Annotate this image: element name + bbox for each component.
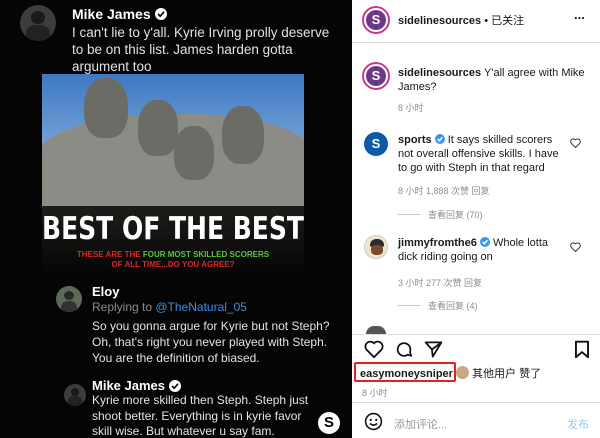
- replying-to-handle-link[interactable]: @TheNatural_05: [155, 300, 247, 314]
- save-bookmark-icon[interactable]: [574, 340, 590, 359]
- comment-bubble-icon[interactable]: [394, 340, 414, 359]
- replying-to-label: Replying to @TheNatural_05: [92, 300, 247, 314]
- caption-username-link[interactable]: sidelinesources: [398, 67, 481, 79]
- avatar[interactable]: [64, 384, 86, 406]
- comment-2: jimmyfromthe6 Whole lotta dick riding go…: [398, 237, 549, 263]
- verified-badge-icon: [479, 237, 490, 247]
- more-options-button[interactable]: ...: [574, 8, 585, 22]
- poster-title: BEST OF THE BEST: [42, 210, 304, 247]
- like-heart-icon[interactable]: [364, 340, 384, 358]
- face-2: [138, 100, 178, 156]
- comment-meta: 3 小时 277 次赞 回复: [398, 278, 483, 288]
- poster-subtitle-1: THESE ARE THE FOUR MOST SKILLED SCORERS: [76, 250, 270, 259]
- caption: sidelinesources Y'all agree with Mike Ja…: [398, 67, 585, 93]
- twitter-thread-panel: Mike James I can't lie to y'all. Kyrie I…: [0, 0, 352, 438]
- post-comment-button[interactable]: 发布: [567, 416, 589, 432]
- comment-username-link[interactable]: sports: [398, 134, 432, 146]
- reply-author-name[interactable]: Eloy: [92, 284, 119, 299]
- verified-badge-icon: [154, 8, 167, 20]
- comment-meta: 8 小时 1,888 次赞 回复: [398, 186, 490, 196]
- instagram-comments-panel: S sidelinesources • 已关注 ... S sidelineso…: [352, 0, 600, 438]
- verified-badge-icon: [169, 379, 181, 392]
- header-username-link[interactable]: sidelinesources: [398, 15, 481, 27]
- caption-timestamp: 8 小时: [398, 103, 424, 113]
- highlight-annotation-box: [354, 362, 456, 382]
- avatar[interactable]: S: [362, 6, 390, 34]
- avatar[interactable]: [364, 235, 388, 259]
- like-comment-heart-icon[interactable]: [570, 138, 581, 148]
- avatar[interactable]: [56, 286, 82, 312]
- reply-author-name[interactable]: Mike James: [92, 378, 181, 393]
- post-timestamp: 8 小时: [362, 388, 388, 398]
- face-1: [84, 78, 128, 138]
- post-header: sidelinesources • 已关注: [398, 14, 524, 28]
- face-3: [174, 126, 214, 180]
- comment-1: sports It says skilled scorers not overa…: [398, 134, 559, 174]
- like-comment-heart-icon[interactable]: [570, 242, 581, 252]
- tweet-text: I can't lie to y'all. Kyrie Irving proll…: [72, 25, 330, 74]
- following-label: • 已关注: [481, 15, 525, 27]
- screenshot-composite: Mike James I can't lie to y'all. Kyrie I…: [0, 0, 600, 438]
- avatar[interactable]: [20, 5, 56, 41]
- share-send-icon[interactable]: [424, 340, 443, 359]
- tweet-author-name[interactable]: Mike James: [72, 6, 167, 22]
- reply-text: Kyrie more skilled then Steph. Steph jus…: [92, 393, 309, 438]
- avatar[interactable]: [366, 326, 386, 334]
- avatar[interactable]: S: [364, 132, 388, 156]
- comment-username-link[interactable]: jimmyfromthe6: [398, 237, 477, 249]
- avatar[interactable]: S: [362, 62, 390, 90]
- mount-rushmore-poster-image[interactable]: BEST OF THE BEST THESE ARE THE FOUR MOST…: [42, 74, 304, 276]
- view-replies-button[interactable]: 查看回复 (70): [398, 208, 483, 221]
- watermark-logo: S: [318, 412, 340, 434]
- verified-badge-icon: [434, 134, 445, 144]
- add-comment-input[interactable]: 添加评论...: [394, 416, 447, 432]
- reply-text: So you gonna argue for Kyrie but not Ste…: [92, 319, 330, 365]
- view-replies-button[interactable]: 查看回复 (4): [398, 299, 478, 312]
- emoji-icon[interactable]: [364, 412, 383, 431]
- face-4: [222, 106, 264, 164]
- poster-subtitle-2: OF ALL TIME...DO YOU AGREE?: [111, 260, 235, 269]
- avatar[interactable]: [456, 366, 469, 379]
